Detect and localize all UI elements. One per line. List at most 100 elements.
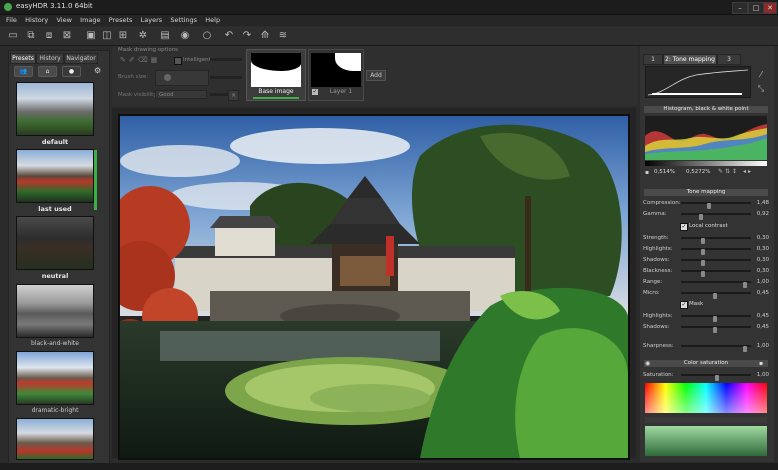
mask-tools[interactable]: ✎✐⌫▦ [120,56,170,64]
layer-base-image[interactable]: Base image [246,49,306,101]
slider-knob[interactable] [713,316,717,322]
range-slider[interactable]: Range: 1,00 [643,278,769,288]
menu-image[interactable]: Image [80,15,100,26]
compression-slider[interactable]: Compression: 1,48 [643,199,769,209]
settings-icon[interactable]: ✲ [136,29,150,43]
slider-track[interactable] [681,345,751,352]
close-window-button[interactable]: ✕ [763,2,777,14]
save-icon[interactable]: ▣ [84,29,98,43]
redo-icon[interactable]: ↷ [240,29,254,43]
blackness-slider[interactable]: Blackness: 0,30 [643,267,769,277]
preset-item[interactable]: dramatic-bright [14,351,96,414]
highlights-slider[interactable]: Highlights: 0,30 [643,245,769,255]
slider-track[interactable] [681,315,751,322]
menu-layers[interactable]: Layers [141,15,163,26]
gamma-slider[interactable]: Gamma: 0,92 [643,210,769,220]
color-saturation-header[interactable]: Color saturation [644,360,768,367]
preset-item[interactable] [14,418,96,460]
menu-file[interactable]: File [6,15,17,26]
slider-track[interactable] [681,237,751,244]
mask-shadows-slider[interactable]: Shadows: 0,45 [643,323,769,333]
menu-view[interactable]: View [56,15,71,26]
saturation-preview[interactable] [645,426,767,456]
strength-slider[interactable]: Strength: 0,30 [643,234,769,244]
slider-knob[interactable] [715,375,719,381]
slider-track[interactable] [681,248,751,255]
tab-presets[interactable]: Presets [10,53,36,64]
layer-visible-checkbox[interactable]: ✓ [312,89,318,95]
preset-item-selected[interactable]: last used [14,149,96,213]
histogram[interactable] [645,116,767,160]
users-icon[interactable]: 👥 [14,66,33,77]
histogram-header[interactable]: Histogram, black & white point [644,106,768,113]
maximize-button[interactable]: □ [748,2,764,14]
tab-history[interactable]: History [36,53,64,64]
slider-track[interactable] [681,281,751,288]
save-all-icon[interactable]: ⊞ [116,29,130,43]
slider-knob[interactable] [707,203,711,209]
slider-knob[interactable] [743,346,747,352]
menu-history[interactable]: History [25,15,48,26]
color-spectrum[interactable] [645,383,767,413]
sharpness-slider[interactable]: Sharpness: 1,00 [643,342,769,352]
tone-curve-preview[interactable] [645,66,751,98]
menu-help[interactable]: Help [205,15,220,26]
preset-item[interactable]: black-and-white [14,284,96,347]
white-point-value[interactable]: 0,5272% [686,169,710,175]
histogram-tools[interactable]: ✎⇅↕ ◂▸ [718,168,766,176]
tab-tone-mapping[interactable]: 2: Tone mapping [663,54,717,65]
batch-icon[interactable]: ⧉ [24,29,38,43]
stop-icon[interactable]: ○ [200,29,214,43]
slider-knob[interactable] [701,271,705,277]
print-icon[interactable]: ▤ [158,29,172,43]
section-reset-icon[interactable]: ▪ [759,360,767,367]
slider-knob[interactable] [701,238,705,244]
preset-item[interactable]: default [14,82,96,146]
slider-track[interactable] [681,292,751,299]
crop-icon[interactable]: ⟰ [258,29,272,43]
saturation-slider[interactable]: Saturation: 1,00 [643,371,769,381]
save-as-icon[interactable]: ◫ [100,29,114,43]
slider-track[interactable] [681,202,751,209]
slider-track[interactable] [681,270,751,277]
slider-track[interactable] [681,259,751,266]
undo-icon[interactable]: ↶ [222,29,236,43]
mask-checkbox[interactable]: ✓ [680,301,688,309]
slider-knob[interactable] [743,282,747,288]
tab-step-3[interactable]: 3 [717,54,741,65]
curve-edit-icon[interactable]: ⁄ [756,70,766,80]
mask-highlights-slider[interactable]: Highlights: 0,45 [643,312,769,322]
intelligent-checkbox[interactable] [174,57,182,65]
gear-icon[interactable]: ⚙ [94,66,103,75]
home-icon[interactable]: ⌂ [38,66,57,77]
mask-visibility-reset-icon[interactable]: × [228,90,239,101]
slider-track[interactable] [681,374,751,381]
tone-mapping-header[interactable]: Tone mapping [644,189,768,196]
open-icon[interactable]: ▭ [6,29,20,43]
add-layer-button[interactable]: Add [366,70,386,81]
lock-icon[interactable]: ▪ [645,169,651,176]
slider-track[interactable] [681,213,751,220]
close-image-icon[interactable]: ⊠ [60,29,74,43]
reload-icon[interactable]: ⧈ [42,29,56,43]
brush-size-slider[interactable] [210,76,242,79]
mask-visibility-slider[interactable] [210,93,230,96]
tab-navigator[interactable]: Navigator [64,53,98,64]
mask-visibility-select[interactable]: Good [155,90,207,99]
slider-knob[interactable] [701,260,705,266]
shadows-slider[interactable]: Shadows: 0,30 [643,256,769,266]
layers-icon[interactable]: ≋ [276,29,290,43]
minimize-button[interactable]: – [732,2,748,14]
black-point-value[interactable]: 0,514% [654,169,675,175]
brush-size-preview[interactable] [155,70,209,86]
layer-1[interactable]: ✓ Layer 1 [308,49,364,101]
curve-reset-icon[interactable]: ⤡ [756,84,766,94]
black-white-point-gradient[interactable] [645,161,767,166]
slider-knob[interactable] [699,214,703,220]
micro-slider[interactable]: Micro: 0,45 [643,289,769,299]
user-icon[interactable]: ● [62,66,81,77]
eye-icon[interactable]: ◉ [645,360,653,367]
slider-knob[interactable] [701,249,705,255]
slider-knob[interactable] [713,327,717,333]
selective-saturation-bar[interactable] [645,417,767,423]
